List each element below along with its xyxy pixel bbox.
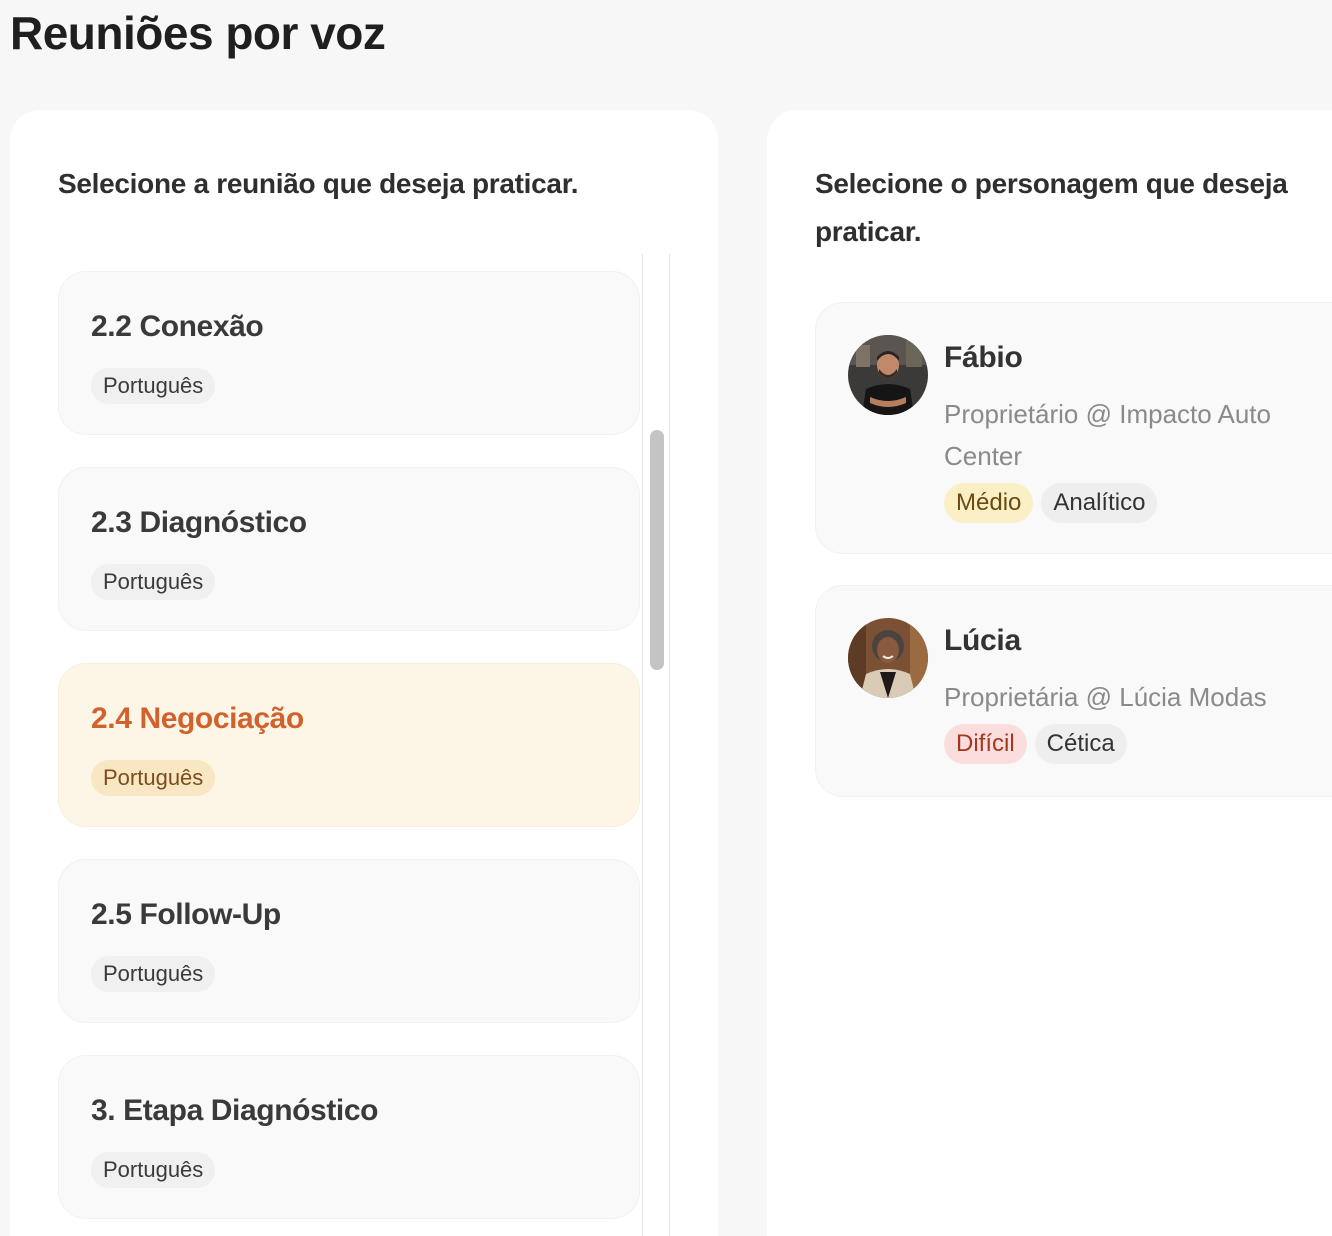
page-title: Reuniões por voz [10,7,386,59]
profile-badge: Cética [1034,724,1127,764]
language-tag: Português [91,564,216,600]
persona-card-fabio[interactable]: Fábio Proprietário @ Impacto Auto Center… [815,302,1332,554]
difficulty-badge: Difícil [944,724,1027,764]
language-tag: Português [91,1152,216,1188]
language-tag: Português [91,368,216,404]
persona-name: Lúcia [944,624,1021,657]
meetings-heading: Selecione a reunião que deseja praticar. [58,168,579,199]
meeting-title: 2.3 Diagnóstico [91,506,307,539]
meeting-title: 2.2 Conexão [91,310,264,343]
meeting-list-scrollbar[interactable] [642,254,670,1236]
woman-portrait-icon [848,618,928,698]
meeting-card[interactable]: 2.5 Follow-Up Português [58,859,640,1023]
persona-role: Proprietária @ Lúcia Modas [944,682,1267,712]
personas-heading: Selecione o personagem que deseja pratic… [815,168,1288,247]
language-tag: Português [91,760,216,796]
persona-role: Proprietário @ Impacto Auto Center [944,399,1271,471]
language-tag: Português [91,956,216,992]
personas-panel: Selecione o personagem que deseja pratic… [767,110,1332,1236]
scrollbar-thumb[interactable] [650,430,664,670]
difficulty-badge: Médio [944,483,1034,523]
persona-tags: Médio Analítico [944,483,1158,523]
meeting-list: 2.2 Conexão Português 2.3 Diagnóstico Po… [58,271,642,1236]
persona-name: Fábio [944,341,1023,374]
meeting-card[interactable]: 3. Etapa Diagnóstico Português [58,1055,640,1219]
meeting-card[interactable]: 2.2 Conexão Português [58,271,640,435]
page: Reuniões por voz Selecione a reunião que… [0,0,1332,1236]
meetings-panel: Selecione a reunião que deseja praticar.… [10,110,718,1236]
man-portrait-icon [848,335,928,415]
meeting-card-selected[interactable]: 2.4 Negociação Português [58,663,640,827]
persona-card-lucia[interactable]: Lúcia Proprietária @ Lúcia Modas Difícil… [815,585,1332,797]
meeting-title: 2.4 Negociação [91,702,304,735]
meeting-title: 2.5 Follow-Up [91,898,281,931]
profile-badge: Analítico [1041,483,1158,523]
meeting-title: 3. Etapa Diagnóstico [91,1094,379,1127]
meeting-card[interactable]: 2.3 Diagnóstico Português [58,467,640,631]
persona-tags: Difícil Cética [944,724,1127,764]
